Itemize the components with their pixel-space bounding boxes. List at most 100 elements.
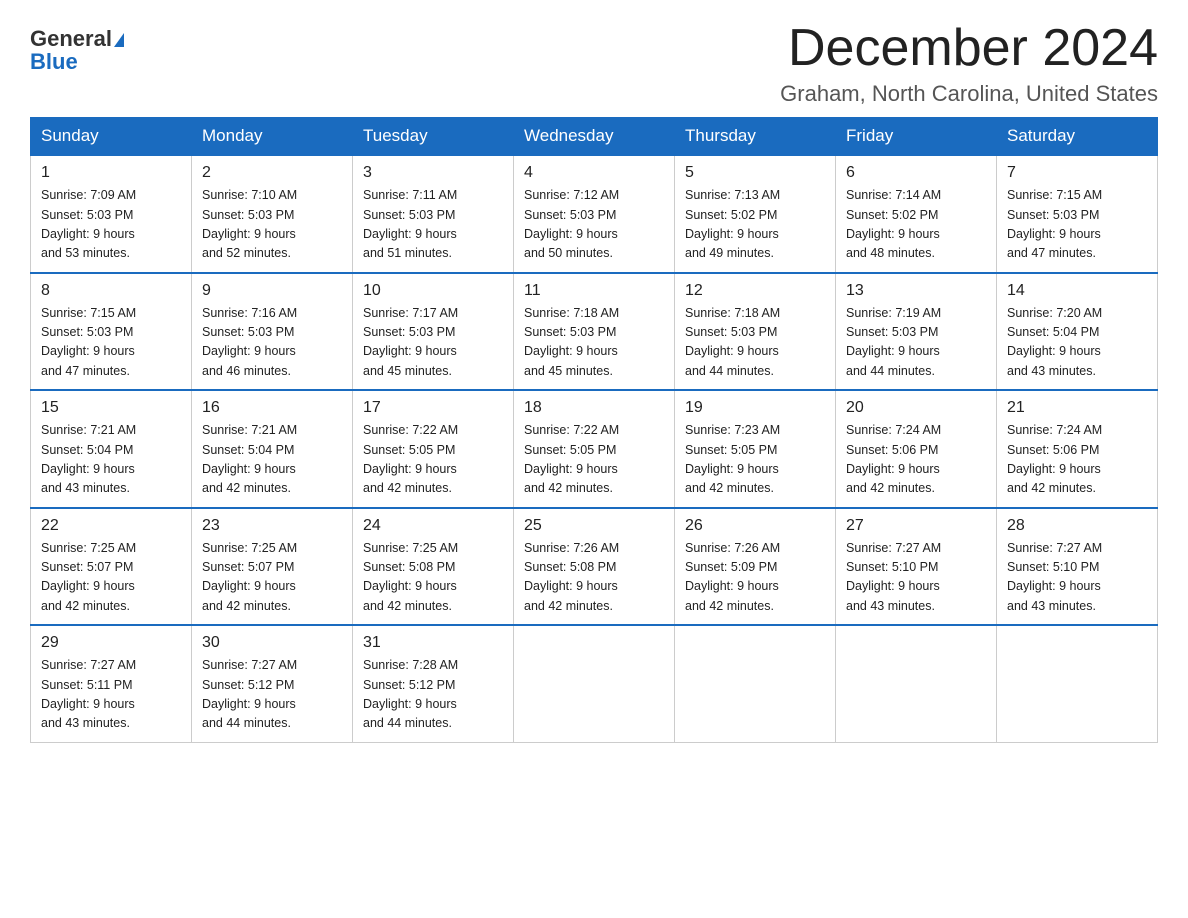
day-number: 6	[846, 164, 986, 182]
calendar-header: SundayMondayTuesdayWednesdayThursdayFrid…	[31, 118, 1158, 156]
day-number: 15	[41, 399, 181, 417]
day-info: Sunrise: 7:22 AMSunset: 5:05 PMDaylight:…	[524, 421, 664, 499]
calendar-cell: 7 Sunrise: 7:15 AMSunset: 5:03 PMDaylight…	[997, 155, 1158, 273]
logo-blue-text: Blue	[30, 49, 78, 74]
column-header-wednesday: Wednesday	[514, 118, 675, 156]
calendar-cell: 11 Sunrise: 7:18 AMSunset: 5:03 PMDayligh…	[514, 273, 675, 391]
day-number: 29	[41, 634, 181, 652]
calendar-week-1: 1 Sunrise: 7:09 AMSunset: 5:03 PMDaylight…	[31, 155, 1158, 273]
calendar-cell: 12 Sunrise: 7:18 AMSunset: 5:03 PMDayligh…	[675, 273, 836, 391]
column-header-saturday: Saturday	[997, 118, 1158, 156]
calendar-cell: 30Sunrise: 7:27 AMSunset: 5:12 PMDayligh…	[192, 625, 353, 742]
day-info: Sunrise: 7:11 AMSunset: 5:03 PMDaylight:…	[363, 186, 503, 264]
calendar-cell: 6 Sunrise: 7:14 AMSunset: 5:02 PMDaylight…	[836, 155, 997, 273]
day-number: 16	[202, 399, 342, 417]
day-number: 23	[202, 517, 342, 535]
day-number: 18	[524, 399, 664, 417]
calendar-week-5: 29 Sunrise: 7:27 AMSunset: 5:11 PMDayligh…	[31, 625, 1158, 742]
calendar-cell: 25 Sunrise: 7:26 AMSunset: 5:08 PMDayligh…	[514, 508, 675, 626]
day-number: 8	[41, 282, 181, 300]
calendar-cell: 5Sunrise: 7:13 AMSunset: 5:02 PMDaylight…	[675, 155, 836, 273]
calendar-cell	[514, 625, 675, 742]
day-info: Sunrise: 7:15 AMSunset: 5:03 PMDaylight:…	[41, 304, 181, 382]
day-number: 24	[363, 517, 503, 535]
calendar-cell: 10Sunrise: 7:17 AMSunset: 5:03 PMDayligh…	[353, 273, 514, 391]
column-header-sunday: Sunday	[31, 118, 192, 156]
calendar-cell: 21Sunrise: 7:24 AMSunset: 5:06 PMDayligh…	[997, 390, 1158, 508]
calendar-cell: 4 Sunrise: 7:12 AMSunset: 5:03 PMDaylight…	[514, 155, 675, 273]
month-title: December 2024	[780, 20, 1158, 77]
calendar-cell: 17Sunrise: 7:22 AMSunset: 5:05 PMDayligh…	[353, 390, 514, 508]
calendar-cell: 28Sunrise: 7:27 AMSunset: 5:10 PMDayligh…	[997, 508, 1158, 626]
day-number: 9	[202, 282, 342, 300]
calendar-cell	[836, 625, 997, 742]
day-number: 1	[41, 164, 181, 182]
day-info: Sunrise: 7:10 AMSunset: 5:03 PMDaylight:…	[202, 186, 342, 264]
logo-triangle-icon	[114, 33, 124, 47]
calendar-cell: 3 Sunrise: 7:11 AMSunset: 5:03 PMDaylight…	[353, 155, 514, 273]
day-info: Sunrise: 7:21 AMSunset: 5:04 PMDaylight:…	[41, 421, 181, 499]
day-info: Sunrise: 7:15 AMSunset: 5:03 PMDaylight:…	[1007, 186, 1147, 264]
day-info: Sunrise: 7:25 AMSunset: 5:08 PMDaylight:…	[363, 539, 503, 617]
day-info: Sunrise: 7:27 AMSunset: 5:10 PMDaylight:…	[846, 539, 986, 617]
calendar-cell: 8 Sunrise: 7:15 AMSunset: 5:03 PMDaylight…	[31, 273, 192, 391]
day-info: Sunrise: 7:20 AMSunset: 5:04 PMDaylight:…	[1007, 304, 1147, 382]
day-number: 31	[363, 634, 503, 652]
day-info: Sunrise: 7:26 AMSunset: 5:09 PMDaylight:…	[685, 539, 825, 617]
day-number: 25	[524, 517, 664, 535]
calendar-cell: 2 Sunrise: 7:10 AMSunset: 5:03 PMDaylight…	[192, 155, 353, 273]
day-number: 26	[685, 517, 825, 535]
day-info: Sunrise: 7:18 AMSunset: 5:03 PMDaylight:…	[524, 304, 664, 382]
day-info: Sunrise: 7:27 AMSunset: 5:10 PMDaylight:…	[1007, 539, 1147, 617]
day-number: 3	[363, 164, 503, 182]
day-number: 12	[685, 282, 825, 300]
days-of-week-row: SundayMondayTuesdayWednesdayThursdayFrid…	[31, 118, 1158, 156]
day-info: Sunrise: 7:25 AMSunset: 5:07 PMDaylight:…	[41, 539, 181, 617]
day-number: 22	[41, 517, 181, 535]
calendar-cell: 1 Sunrise: 7:09 AMSunset: 5:03 PMDaylight…	[31, 155, 192, 273]
calendar-cell: 18 Sunrise: 7:22 AMSunset: 5:05 PMDayligh…	[514, 390, 675, 508]
calendar-cell: 22 Sunrise: 7:25 AMSunset: 5:07 PMDayligh…	[31, 508, 192, 626]
calendar-cell: 15 Sunrise: 7:21 AMSunset: 5:04 PMDayligh…	[31, 390, 192, 508]
title-block: December 2024 Graham, North Carolina, Un…	[780, 20, 1158, 107]
day-number: 20	[846, 399, 986, 417]
location-text: Graham, North Carolina, United States	[780, 81, 1158, 107]
calendar-cell: 19 Sunrise: 7:23 AMSunset: 5:05 PMDayligh…	[675, 390, 836, 508]
day-info: Sunrise: 7:16 AMSunset: 5:03 PMDaylight:…	[202, 304, 342, 382]
calendar-cell: 24 Sunrise: 7:25 AMSunset: 5:08 PMDayligh…	[353, 508, 514, 626]
day-info: Sunrise: 7:12 AMSunset: 5:03 PMDaylight:…	[524, 186, 664, 264]
day-info: Sunrise: 7:19 AMSunset: 5:03 PMDaylight:…	[846, 304, 986, 382]
day-number: 11	[524, 282, 664, 300]
day-info: Sunrise: 7:13 AMSunset: 5:02 PMDaylight:…	[685, 186, 825, 264]
calendar-week-2: 8 Sunrise: 7:15 AMSunset: 5:03 PMDaylight…	[31, 273, 1158, 391]
day-info: Sunrise: 7:23 AMSunset: 5:05 PMDaylight:…	[685, 421, 825, 499]
calendar-cell: 9 Sunrise: 7:16 AMSunset: 5:03 PMDaylight…	[192, 273, 353, 391]
day-number: 30	[202, 634, 342, 652]
day-number: 27	[846, 517, 986, 535]
day-info: Sunrise: 7:09 AMSunset: 5:03 PMDaylight:…	[41, 186, 181, 264]
column-header-friday: Friday	[836, 118, 997, 156]
day-info: Sunrise: 7:22 AMSunset: 5:05 PMDaylight:…	[363, 421, 503, 499]
calendar-cell: 13 Sunrise: 7:19 AMSunset: 5:03 PMDayligh…	[836, 273, 997, 391]
day-info: Sunrise: 7:24 AMSunset: 5:06 PMDaylight:…	[1007, 421, 1147, 499]
day-number: 10	[363, 282, 503, 300]
day-number: 4	[524, 164, 664, 182]
day-info: Sunrise: 7:14 AMSunset: 5:02 PMDaylight:…	[846, 186, 986, 264]
calendar-week-3: 15 Sunrise: 7:21 AMSunset: 5:04 PMDayligh…	[31, 390, 1158, 508]
calendar-week-4: 22 Sunrise: 7:25 AMSunset: 5:07 PMDayligh…	[31, 508, 1158, 626]
calendar-cell: 20 Sunrise: 7:24 AMSunset: 5:06 PMDayligh…	[836, 390, 997, 508]
calendar-cell	[997, 625, 1158, 742]
day-info: Sunrise: 7:25 AMSunset: 5:07 PMDaylight:…	[202, 539, 342, 617]
day-info: Sunrise: 7:27 AMSunset: 5:11 PMDaylight:…	[41, 656, 181, 734]
calendar-cell: 29 Sunrise: 7:27 AMSunset: 5:11 PMDayligh…	[31, 625, 192, 742]
day-number: 19	[685, 399, 825, 417]
day-info: Sunrise: 7:26 AMSunset: 5:08 PMDaylight:…	[524, 539, 664, 617]
day-info: Sunrise: 7:24 AMSunset: 5:06 PMDaylight:…	[846, 421, 986, 499]
day-number: 13	[846, 282, 986, 300]
calendar-cell	[675, 625, 836, 742]
day-number: 7	[1007, 164, 1147, 182]
calendar-cell: 27 Sunrise: 7:27 AMSunset: 5:10 PMDayligh…	[836, 508, 997, 626]
day-number: 2	[202, 164, 342, 182]
calendar-cell: 16Sunrise: 7:21 AMSunset: 5:04 PMDayligh…	[192, 390, 353, 508]
day-info: Sunrise: 7:18 AMSunset: 5:03 PMDaylight:…	[685, 304, 825, 382]
